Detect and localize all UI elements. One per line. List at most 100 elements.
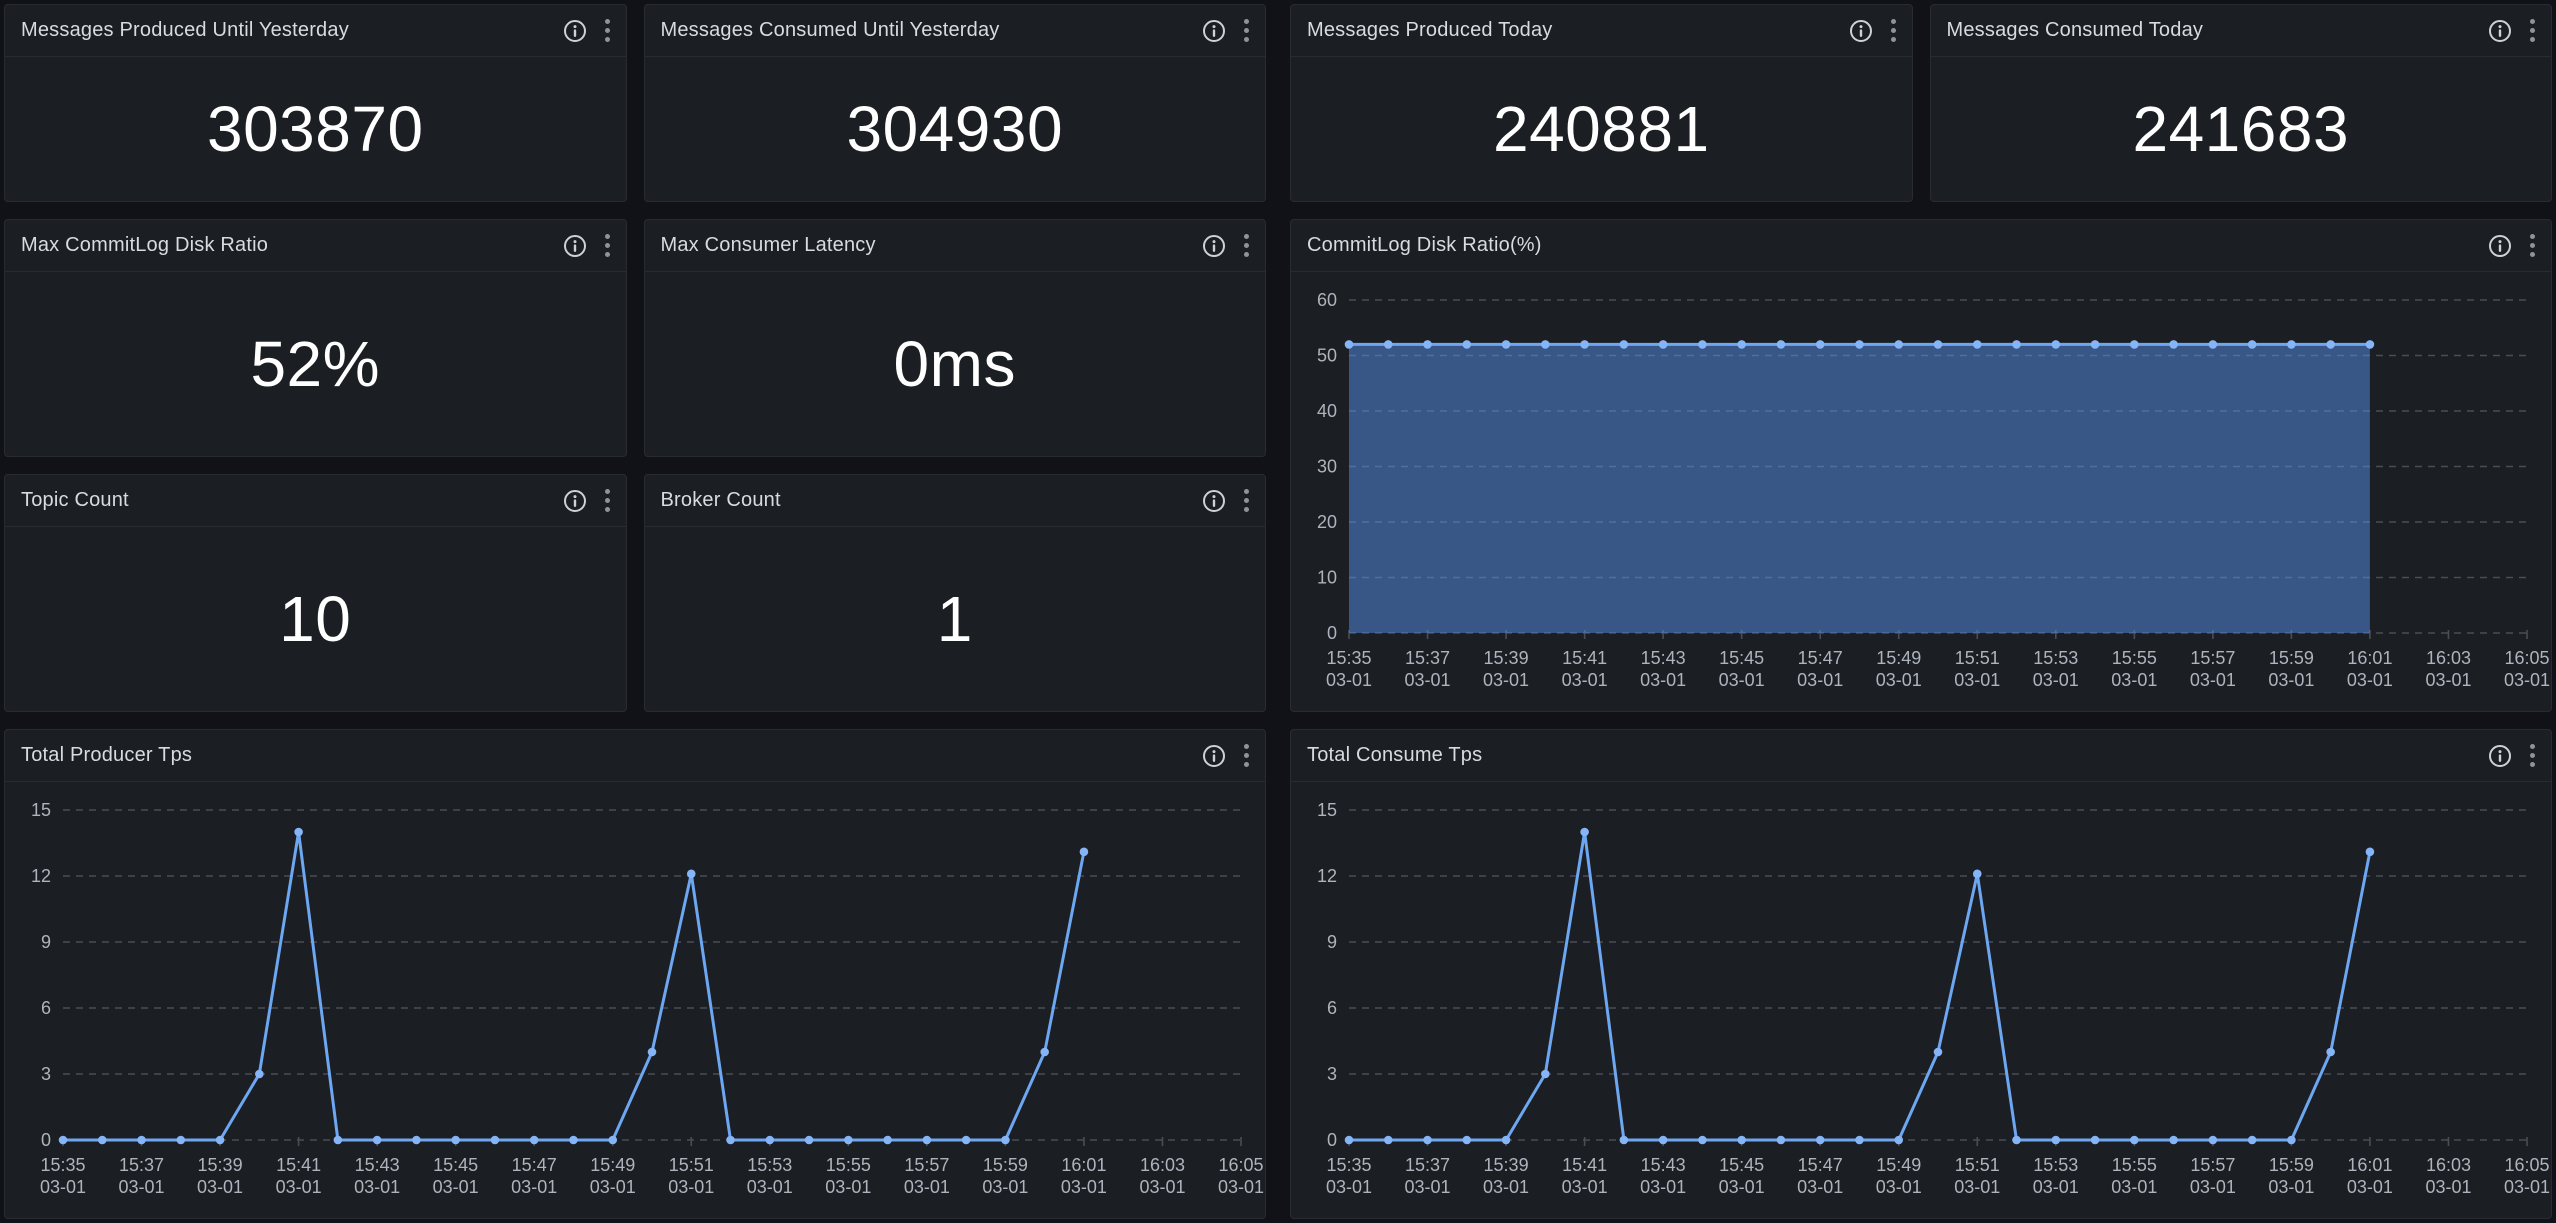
svg-text:15: 15 <box>31 800 51 820</box>
info-icon[interactable] <box>2487 18 2513 44</box>
panel-title[interactable]: Messages Consumed Until Yesterday <box>661 19 1000 42</box>
svg-text:15:59: 15:59 <box>2269 648 2314 668</box>
svg-text:0: 0 <box>1327 1130 1337 1150</box>
svg-text:03-01: 03-01 <box>1139 1177 1185 1197</box>
svg-text:15:35: 15:35 <box>1326 1155 1371 1175</box>
panel-title[interactable]: Topic Count <box>21 489 129 512</box>
svg-text:03-01: 03-01 <box>354 1177 400 1197</box>
svg-text:0: 0 <box>41 1130 51 1150</box>
svg-text:03-01: 03-01 <box>1640 1177 1686 1197</box>
info-icon[interactable] <box>2487 233 2513 259</box>
svg-text:15:51: 15:51 <box>1955 648 2000 668</box>
svg-text:15:59: 15:59 <box>2269 1155 2314 1175</box>
svg-text:30: 30 <box>1317 457 1337 477</box>
svg-text:15:51: 15:51 <box>1955 1155 2000 1175</box>
kebab-menu-icon[interactable] <box>1240 742 1253 769</box>
svg-text:03-01: 03-01 <box>2190 1177 2236 1197</box>
svg-text:15:45: 15:45 <box>1719 648 1764 668</box>
svg-text:10: 10 <box>1317 568 1337 588</box>
panel-header: Max CommitLog Disk Ratio <box>5 220 626 272</box>
stat-body: 1 <box>645 527 1266 711</box>
info-icon[interactable] <box>2487 743 2513 769</box>
svg-text:03-01: 03-01 <box>2190 670 2236 690</box>
svg-text:16:01: 16:01 <box>2347 648 2392 668</box>
info-icon[interactable] <box>562 233 588 259</box>
kebab-menu-icon[interactable] <box>1240 232 1253 259</box>
svg-text:03-01: 03-01 <box>1405 1177 1451 1197</box>
kebab-menu-icon[interactable] <box>601 232 614 259</box>
kebab-menu-icon[interactable] <box>2526 17 2539 44</box>
svg-text:15:35: 15:35 <box>40 1155 85 1175</box>
panel-title[interactable]: Broker Count <box>661 489 781 512</box>
panel-messages-consumed-today: Messages Consumed Today 241683 <box>1930 4 2553 202</box>
kebab-menu-icon[interactable] <box>1887 17 1900 44</box>
svg-text:03-01: 03-01 <box>197 1177 243 1197</box>
total-producer-tps-chart[interactable]: 0369121515:3503-0115:3703-0115:3903-0115… <box>5 782 1265 1218</box>
stat-value: 303870 <box>207 92 424 166</box>
panel-title[interactable]: Total Consume Tps <box>1307 744 1482 767</box>
info-icon[interactable] <box>1201 233 1227 259</box>
panel-title[interactable]: Messages Produced Until Yesterday <box>21 19 349 42</box>
panel-title[interactable]: Messages Consumed Today <box>1947 19 2204 42</box>
svg-text:16:01: 16:01 <box>2347 1155 2392 1175</box>
panel-total-producer-tps: Total Producer Tps 0369121515:3503-0115:… <box>4 729 1266 1219</box>
svg-text:6: 6 <box>41 998 51 1018</box>
stat-value: 52% <box>250 327 380 401</box>
kebab-menu-icon[interactable] <box>601 487 614 514</box>
kebab-menu-icon[interactable] <box>2526 742 2539 769</box>
svg-text:03-01: 03-01 <box>2347 1177 2393 1197</box>
kebab-menu-icon[interactable] <box>601 17 614 44</box>
svg-text:15:37: 15:37 <box>1405 648 1450 668</box>
kebab-menu-icon[interactable] <box>2526 232 2539 259</box>
panel-total-consume-tps: Total Consume Tps 0369121515:3503-0115:3… <box>1290 729 2552 1219</box>
svg-text:03-01: 03-01 <box>1876 1177 1922 1197</box>
svg-text:15:39: 15:39 <box>1484 648 1529 668</box>
svg-text:03-01: 03-01 <box>1405 670 1451 690</box>
kebab-menu-icon[interactable] <box>1240 487 1253 514</box>
svg-text:15:41: 15:41 <box>276 1155 321 1175</box>
svg-text:03-01: 03-01 <box>2111 1177 2157 1197</box>
panel-title[interactable]: CommitLog Disk Ratio(%) <box>1307 234 1542 257</box>
svg-text:20: 20 <box>1317 512 1337 532</box>
kebab-menu-icon[interactable] <box>1240 17 1253 44</box>
panel-header: Messages Consumed Until Yesterday <box>645 5 1266 57</box>
svg-text:03-01: 03-01 <box>2268 670 2314 690</box>
svg-text:15:41: 15:41 <box>1562 1155 1607 1175</box>
panel-broker-count: Broker Count 1 <box>644 474 1267 712</box>
svg-text:03-01: 03-01 <box>1954 670 2000 690</box>
panel-title[interactable]: Max Consumer Latency <box>661 234 876 257</box>
svg-text:15:57: 15:57 <box>904 1155 949 1175</box>
info-icon[interactable] <box>1848 18 1874 44</box>
panel-title[interactable]: Total Producer Tps <box>21 744 192 767</box>
panel-header: CommitLog Disk Ratio(%) <box>1291 220 2551 272</box>
panel-header: Messages Consumed Today <box>1931 5 2552 57</box>
panel-header-icons <box>562 17 614 44</box>
svg-text:03-01: 03-01 <box>2111 670 2157 690</box>
svg-text:16:05: 16:05 <box>2504 1155 2549 1175</box>
dashboard: Messages Produced Until Yesterday 303870… <box>0 0 2556 1223</box>
total-consume-tps-chart[interactable]: 0369121515:3503-0115:3703-0115:3903-0115… <box>1291 782 2551 1218</box>
info-icon[interactable] <box>562 488 588 514</box>
panel-header: Topic Count <box>5 475 626 527</box>
svg-text:15:43: 15:43 <box>355 1155 400 1175</box>
stat-body: 0ms <box>645 272 1266 456</box>
commitlog-disk-ratio-chart[interactable]: 010203040506015:3503-0115:3703-0115:3903… <box>1291 272 2551 711</box>
info-icon[interactable] <box>1201 18 1227 44</box>
panel-messages-produced-until-yesterday: Messages Produced Until Yesterday 303870 <box>4 4 627 202</box>
info-icon[interactable] <box>562 18 588 44</box>
panel-header-icons <box>562 232 614 259</box>
svg-text:16:03: 16:03 <box>2426 648 2471 668</box>
svg-text:03-01: 03-01 <box>2347 670 2393 690</box>
svg-text:15:55: 15:55 <box>2112 648 2157 668</box>
svg-text:15:35: 15:35 <box>1326 648 1371 668</box>
panel-title[interactable]: Max CommitLog Disk Ratio <box>21 234 268 257</box>
svg-text:03-01: 03-01 <box>1797 1177 1843 1197</box>
panel-title[interactable]: Messages Produced Today <box>1307 19 1553 42</box>
info-icon[interactable] <box>1201 743 1227 769</box>
info-icon[interactable] <box>1201 488 1227 514</box>
panel-header-icons <box>1201 487 1253 514</box>
svg-text:03-01: 03-01 <box>982 1177 1028 1197</box>
svg-text:40: 40 <box>1317 401 1337 421</box>
stat-value: 304930 <box>846 92 1063 166</box>
svg-text:15:43: 15:43 <box>1641 648 1686 668</box>
